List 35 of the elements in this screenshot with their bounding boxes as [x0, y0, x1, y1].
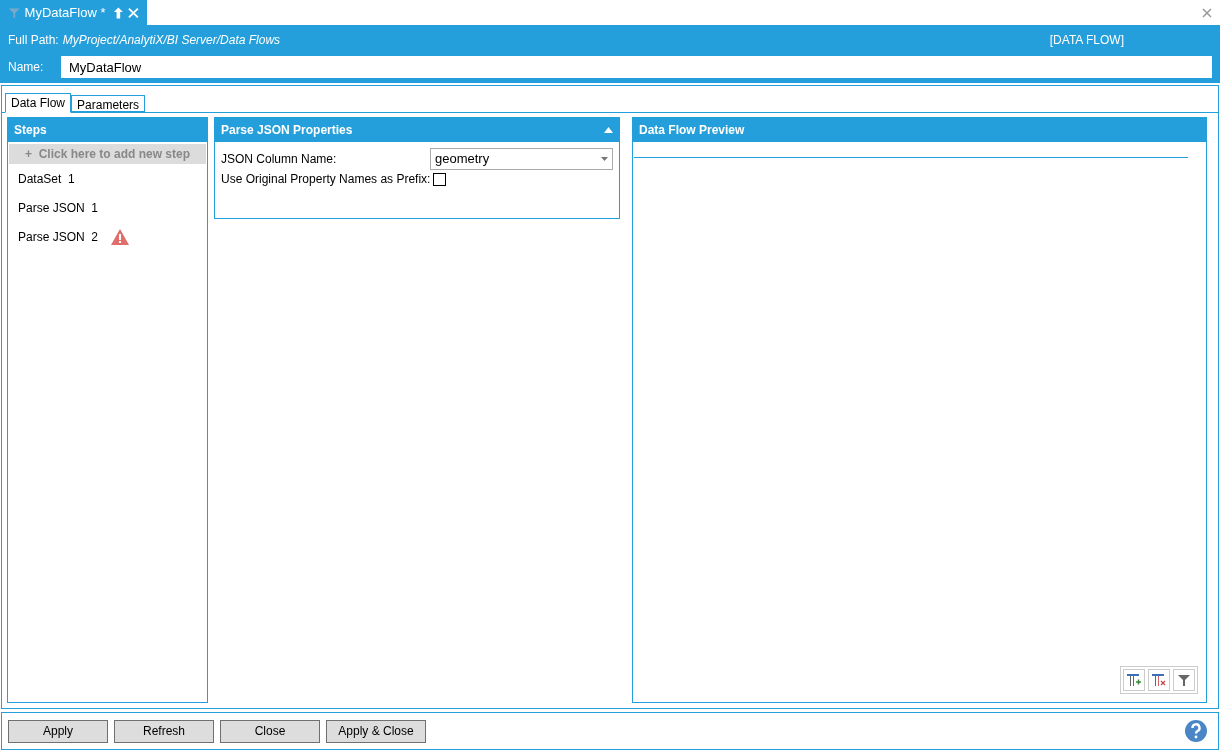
- filter-icon: [1178, 674, 1190, 686]
- column-remove-icon: [1152, 673, 1166, 687]
- step-item[interactable]: DataSet 1: [8, 164, 207, 193]
- panel-title: Parse JSON Properties: [221, 122, 353, 139]
- name-label: Name:: [8, 59, 45, 76]
- tab[interactable]: Parameters: [71, 95, 146, 112]
- panel-header: Data Flow Preview: [633, 118, 1206, 142]
- column-add-icon: [1127, 673, 1141, 687]
- tab[interactable]: Data Flow: [5, 93, 72, 113]
- add-column-button[interactable]: [1123, 669, 1145, 691]
- step-label: DataSet 1: [18, 170, 75, 188]
- filter-button[interactable]: [1173, 669, 1195, 691]
- type-label: [DATA FLOW]: [1049, 32, 1124, 49]
- collapse-icon[interactable]: [604, 127, 613, 133]
- prefix-checkbox[interactable]: [433, 172, 447, 186]
- action-button[interactable]: Apply: [8, 719, 108, 743]
- field-label: Use Original Property Names as Prefix:: [221, 171, 431, 188]
- remove-column-button[interactable]: [1148, 669, 1170, 691]
- step-item[interactable]: Parse JSON 1: [8, 193, 207, 222]
- action-button[interactable]: Apply & Close: [326, 719, 426, 743]
- step-label: Parse JSON 2: [18, 228, 99, 246]
- help-icon[interactable]: [1184, 719, 1208, 743]
- column-dropdown[interactable]: geometry: [430, 148, 613, 170]
- step-item[interactable]: Parse JSON 2: [8, 222, 207, 251]
- tab-title: MyDataFlow *: [24, 3, 106, 22]
- name-field[interactable]: MyDataFlow: [61, 56, 1212, 78]
- step-label: Parse JSON 1: [18, 199, 99, 217]
- close-icon[interactable]: [1202, 7, 1212, 18]
- action-button[interactable]: Refresh: [114, 719, 214, 743]
- path-label: Full Path:: [8, 32, 59, 49]
- field-label: JSON Column Name:: [221, 151, 338, 168]
- path-text: MyProject/AnalytiX/BI Server/Data Flows: [62, 32, 281, 49]
- action-button[interactable]: Close: [220, 719, 320, 743]
- caret-icon: [601, 157, 608, 161]
- panel-header: Steps: [8, 118, 207, 142]
